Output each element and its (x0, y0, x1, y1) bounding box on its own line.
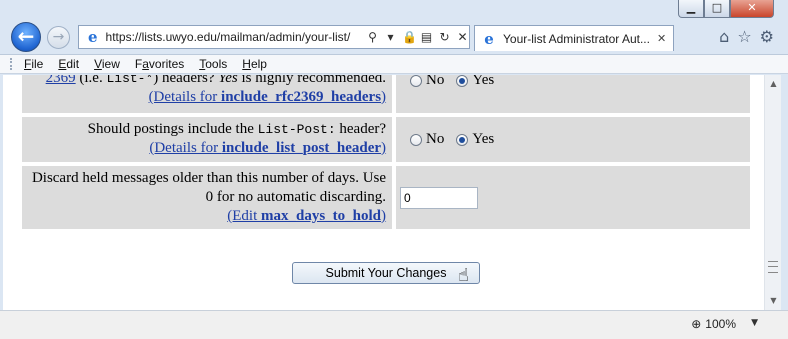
details-suffix: ) (381, 208, 387, 224)
tab-title: Your-list Administrator Aut... (503, 31, 650, 46)
list-post-radio-group: No Yes (410, 131, 750, 148)
settings-table: 2369 (i.e. List-*) headers? Yes is highl… (22, 75, 750, 233)
setting-row-rfc2369: 2369 (i.e. List-*) headers? Yes is highl… (22, 75, 750, 113)
question-rfc2369: 2369 (i.e. List-*) headers? Yes is highl… (22, 75, 393, 113)
zoom-control[interactable]: ⊕ 100% (691, 317, 736, 331)
navigation-bar: ← → e https://lists.uwyo.edu/mailman/adm… (0, 20, 788, 52)
rfc2369-yes-radio[interactable] (456, 75, 469, 87)
list-post-yes-radio[interactable] (456, 133, 469, 146)
status-bar: ⊕ 100% ▼ (0, 310, 788, 339)
list-post-text: Should postings include the (87, 121, 258, 137)
address-actions: ⚲ ▾ 🔒 ▤ ↻ ✕ (366, 30, 469, 44)
details-prefix: (Details for (149, 140, 222, 156)
zoom-dropdown-icon[interactable]: ▼ (751, 318, 758, 328)
menu-tools[interactable]: Tools (199, 57, 227, 71)
details-suffix: ) (381, 89, 387, 105)
minimize-button[interactable]: ▁ (678, 0, 704, 18)
stop-icon[interactable]: ✕ (456, 30, 469, 44)
details-name: include_list_post_header (221, 140, 382, 156)
rfc2369-text-end: is highly recommended. (237, 75, 387, 86)
search-icon[interactable]: ⚲ (366, 30, 379, 44)
refresh-icon[interactable]: ↻ (438, 30, 451, 44)
question-list-post: Should postings include the List-Post: h… (22, 117, 393, 162)
max-days-input[interactable] (400, 187, 479, 209)
details-max-days-link[interactable]: (Edit max_days_to_hold) (227, 208, 386, 224)
rfc2369-no-label: No (426, 75, 445, 88)
rfc2369-no-radio[interactable] (410, 75, 423, 87)
scroll-up-icon[interactable]: ▲ (765, 77, 782, 91)
list-post-text-after: header? (335, 121, 387, 137)
max-days-line1: Discard held messages older than this nu… (31, 170, 387, 186)
details-list-post-link[interactable]: (Details for include_list_post_header) (149, 140, 386, 156)
list-post-mono: List-Post: (257, 122, 336, 137)
max-days-line2: 0 for no automatic discarding. (205, 189, 387, 205)
list-post-no-label: No (426, 131, 445, 147)
ie-page-icon: e (88, 28, 98, 46)
rfc2369-italic: Yes (218, 75, 238, 86)
details-name: max_days_to_hold (261, 208, 382, 224)
setting-row-max-days: Discard held messages older than this nu… (22, 166, 750, 229)
close-button[interactable]: ✕ (730, 0, 774, 18)
address-bar[interactable]: e https://lists.uwyo.edu/mailman/admin/y… (78, 25, 470, 49)
forward-button[interactable]: → (47, 26, 70, 49)
compat-view-icon[interactable]: ▤ (420, 30, 433, 44)
menu-help[interactable]: Help (242, 57, 267, 71)
rfc2369-text: (i.e. (79, 75, 107, 86)
scroll-thumb-grip[interactable] (768, 261, 778, 273)
details-prefix: (Details for (148, 89, 222, 105)
favorites-star-icon[interactable]: ☆ (737, 27, 751, 46)
toolbar-icons: ⌂ ☆ ⚙ (719, 27, 774, 46)
dropdown-icon[interactable]: ▾ (384, 30, 397, 44)
zoom-icon: ⊕ (691, 317, 702, 331)
menu-edit[interactable]: Edit (58, 57, 79, 71)
scroll-down-icon[interactable]: ▼ (765, 294, 782, 308)
maximize-button[interactable]: □ (704, 0, 730, 18)
rfc2369-yes-label: Yes (472, 75, 495, 88)
ie-tab-icon: e (484, 29, 494, 48)
menu-bar: File Edit View Favorites Tools Help (0, 54, 788, 74)
menu-favorites[interactable]: Favorites (135, 57, 184, 71)
question-max-days: Discard held messages older than this nu… (22, 166, 393, 229)
menu-view[interactable]: View (94, 57, 120, 71)
rfc2369-radio-group: No Yes (410, 75, 750, 89)
answer-max-days (392, 166, 750, 229)
gear-icon[interactable]: ⚙ (760, 27, 774, 46)
setting-row-list-post: Should postings include the List-Post: h… (22, 117, 750, 162)
url-text[interactable]: https://lists.uwyo.edu/mailman/admin/you… (106, 30, 360, 44)
details-prefix: (Edit (227, 208, 261, 224)
rfc2369-text-after: ) headers? (153, 75, 219, 86)
rfc2369-mono: List-* (106, 75, 154, 86)
zoom-level: 100% (705, 317, 736, 331)
tab-close-icon[interactable]: ✕ (657, 32, 666, 45)
back-button[interactable]: ← (11, 22, 41, 52)
list-post-yes-label: Yes (472, 131, 495, 147)
menu-grip (10, 58, 14, 70)
details-name: include_rfc2369_headers (221, 89, 382, 105)
answer-list-post: No Yes (392, 117, 750, 162)
rfc2369-link[interactable]: 2369 (46, 75, 76, 86)
details-rfc2369-link[interactable]: (Details for include_rfc2369_headers) (149, 89, 386, 105)
tab-active[interactable]: e Your-list Administrator Aut... ✕ (474, 25, 674, 51)
page-viewport: 2369 (i.e. List-*) headers? Yes is highl… (3, 75, 764, 310)
answer-rfc2369: No Yes (392, 75, 750, 113)
home-icon[interactable]: ⌂ (719, 27, 729, 46)
list-post-no-radio[interactable] (410, 133, 423, 146)
submit-button[interactable]: Submit Your Changes (292, 262, 480, 284)
vertical-scrollbar[interactable]: ▲ ▼ (764, 75, 781, 310)
details-suffix: ) (381, 140, 387, 156)
lock-icon[interactable]: 🔒 (402, 30, 417, 44)
window-controls: ▁ □ ✕ (678, 0, 774, 18)
menu-file[interactable]: File (24, 57, 43, 71)
hand-cursor-icon: ☝ (458, 265, 469, 286)
